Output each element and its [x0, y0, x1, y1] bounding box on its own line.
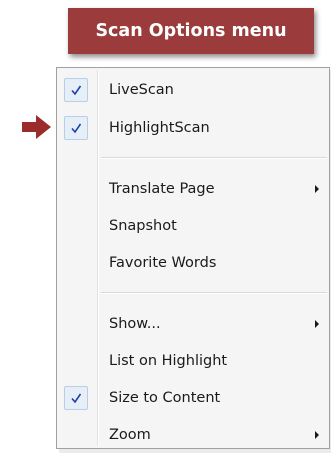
page: Scan Options menu LiveScan HighlightScan	[0, 0, 331, 459]
right-arrow-icon	[22, 115, 51, 139]
menu-separator	[101, 292, 327, 294]
menu-item-label: Zoom	[109, 427, 151, 443]
menu-item-zoom[interactable]: Zoom	[57, 420, 329, 450]
menu-item-label: List on Highlight	[109, 353, 228, 369]
menu-item-show[interactable]: Show...	[57, 309, 329, 339]
scan-options-menu: LiveScan HighlightScan Translate Page Sn…	[56, 67, 330, 449]
check-indicator	[64, 386, 88, 410]
menu-item-favorite-words[interactable]: Favorite Words	[57, 248, 329, 278]
menu-item-label: Size to Content	[109, 390, 221, 406]
menu-item-list-on-highlight[interactable]: List on Highlight	[57, 346, 329, 376]
submenu-arrow-icon	[315, 320, 319, 328]
menu-item-label: LiveScan	[109, 82, 174, 98]
menu-item-snapshot[interactable]: Snapshot	[57, 211, 329, 241]
submenu-arrow-icon	[315, 431, 319, 439]
menu-item-label: Snapshot	[109, 218, 177, 234]
menu-item-label: Show...	[109, 316, 161, 332]
menu-item-label: Translate Page	[109, 181, 215, 197]
title-banner: Scan Options menu	[68, 8, 314, 54]
menu-item-translate-page[interactable]: Translate Page	[57, 174, 329, 204]
menu-item-size-to-content[interactable]: Size to Content	[57, 383, 329, 413]
menu-separator	[101, 157, 327, 159]
checkmark-icon	[71, 85, 82, 96]
checkmark-icon	[71, 123, 82, 134]
check-indicator	[64, 116, 88, 140]
submenu-arrow-icon	[315, 185, 319, 193]
menu-item-highlightscan[interactable]: HighlightScan	[57, 113, 329, 143]
checkmark-icon	[71, 393, 82, 404]
menu-item-label: Favorite Words	[109, 255, 217, 271]
check-indicator	[64, 78, 88, 102]
menu-item-livescan[interactable]: LiveScan	[57, 75, 329, 105]
menu-item-label: HighlightScan	[109, 120, 210, 136]
